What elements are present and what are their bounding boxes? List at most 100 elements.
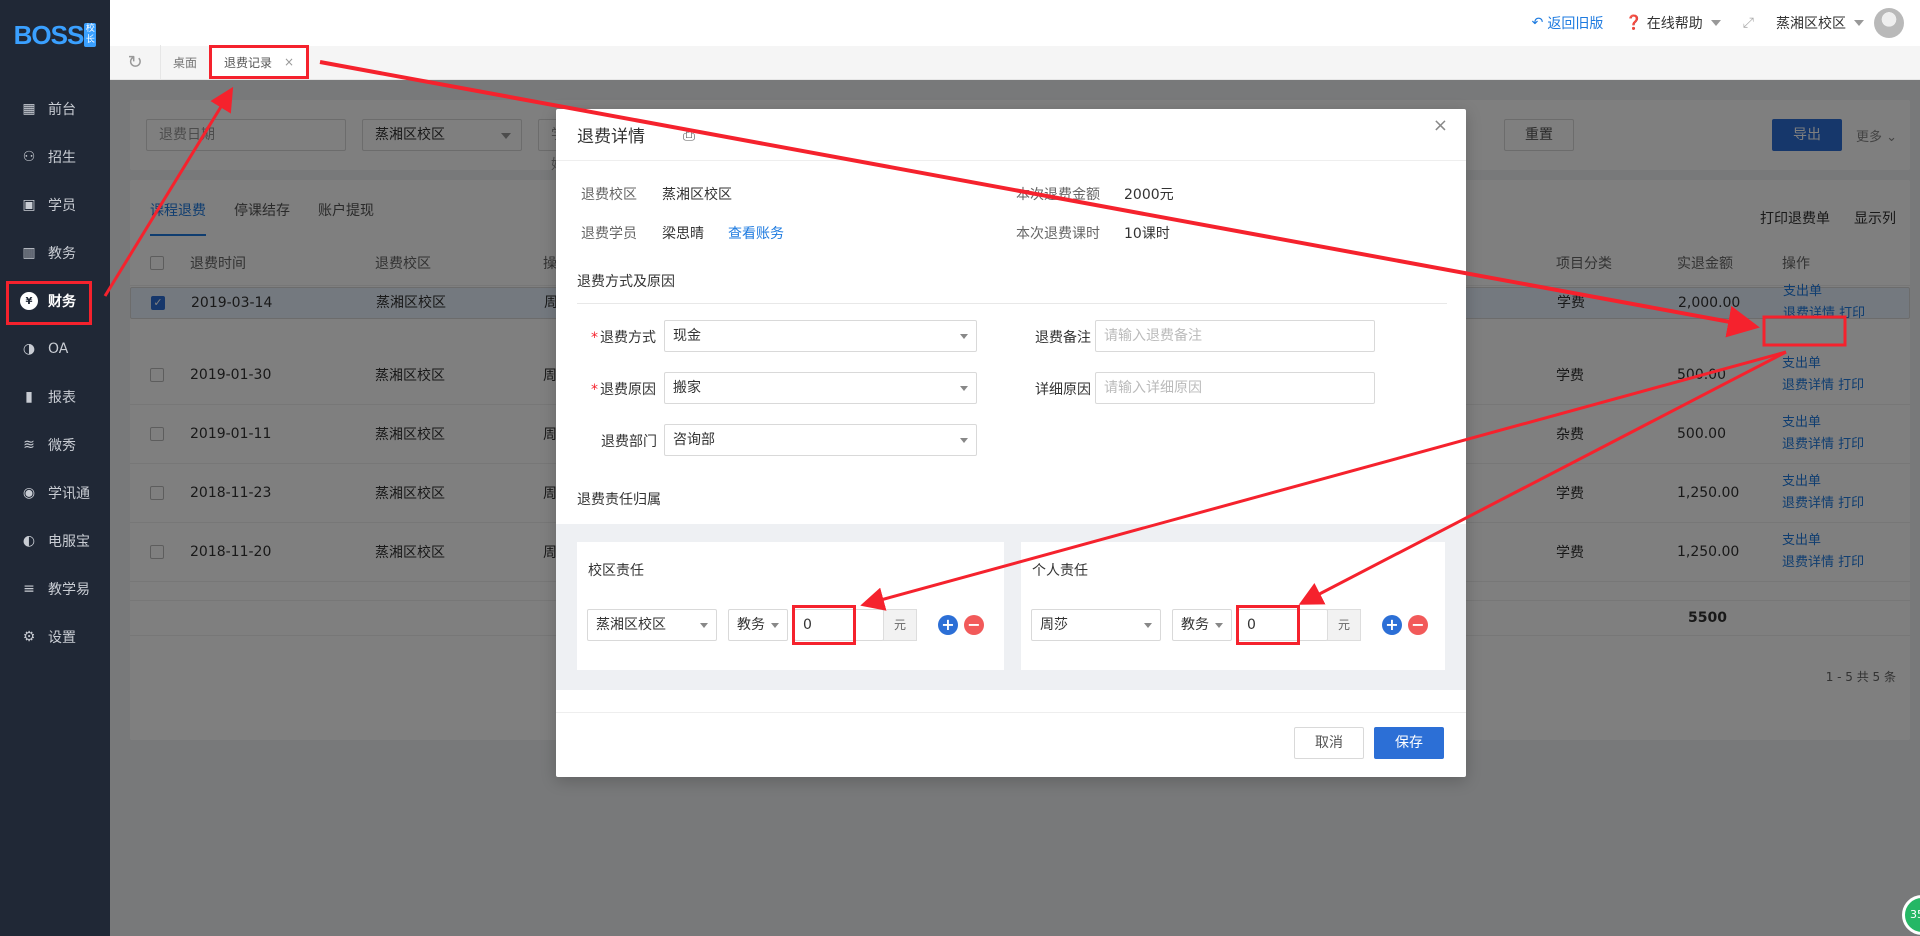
toggle-icon: ◑ — [22, 341, 36, 357]
sidebar-item-0[interactable]: ▦ 前台 — [0, 85, 110, 133]
chevron-down-icon — [700, 623, 708, 628]
sidebar-item-10[interactable]: ≡ 教学易 — [0, 565, 110, 613]
method-section-title: 退费方式及原因 — [577, 274, 675, 290]
sidebar-item-label: 招生 — [48, 150, 76, 166]
resp-person-select[interactable]: 周莎 — [1031, 609, 1161, 641]
resp-campus-value: 蒸湘区校区 — [596, 617, 666, 633]
close-icon[interactable]: × — [1433, 115, 1448, 136]
remove-circle-icon[interactable]: − — [1408, 615, 1428, 635]
wave-icon: ≋ — [23, 437, 35, 453]
amount-label: 本次退费金额 — [1016, 187, 1100, 203]
sidebar-item-label: 前台 — [48, 102, 76, 118]
campus-label: 蒸湘区校区 — [1776, 16, 1846, 32]
sidebar-item-4[interactable]: ¥ 财务 — [0, 277, 110, 325]
sidebar-item-label: 教学易 — [48, 582, 90, 598]
sidebar-item-label: 教务 — [48, 246, 76, 262]
yen-icon: ¥ — [20, 292, 38, 310]
sidebar-item-9[interactable]: ◐ 电服宝 — [0, 517, 110, 565]
online-help-menu[interactable]: ❓ 在线帮助 — [1625, 13, 1721, 33]
chevron-down-icon — [960, 334, 968, 339]
resp-campus-dept-value: 教务 — [737, 617, 765, 633]
sidebar-item-2[interactable]: ▣ 学员 — [0, 181, 110, 229]
hours-label: 本次退费课时 — [1016, 226, 1100, 242]
highlight-box — [792, 605, 856, 645]
sidebar-item-11[interactable]: ⚙ 设置 — [0, 613, 110, 661]
resp-campus-select[interactable]: 蒸湘区校区 — [587, 609, 717, 641]
sidebar-item-3[interactable]: ▥ 教务 — [0, 229, 110, 277]
sidebar-item-label: OA — [48, 341, 69, 357]
modal-title: 退费详情 — [577, 127, 645, 147]
sidebar-item-label: 报表 — [48, 390, 76, 406]
campus-value: 蒸湘区校区 — [662, 187, 732, 203]
reason-label: * 退费原因 — [591, 382, 656, 398]
sidebar-item-8[interactable]: ◉ 学讯通 — [0, 469, 110, 517]
help-icon: ❓ — [1625, 15, 1643, 31]
hours-value: 10课时 — [1124, 226, 1170, 242]
sidebar-nav: ▦ 前台 ⚇ 招生 ▣ 学员 ▥ 教务 ¥ 财务 ◑ OA ▮ 报表 ≋ 微秀 ◉ 学讯通 ◐ 电服宝 ≡ 教学易 ⚙ 设置 — [0, 85, 110, 661]
amount-value: 2000元 — [1124, 187, 1174, 203]
person-resp-title: 个人责任 — [1032, 563, 1088, 579]
fullscreen-button[interactable]: ⤢ — [1743, 15, 1754, 31]
detail-reason-input[interactable]: 请输入详细原因 — [1095, 372, 1375, 404]
refund-reason-value: 搬家 — [673, 380, 701, 396]
book-icon: ▥ — [22, 245, 36, 261]
sidebar-item-label: 学讯通 — [48, 486, 90, 502]
campus-switcher[interactable]: 蒸湘区校区 — [1776, 13, 1864, 33]
campus-label: 退费校区 — [581, 187, 637, 203]
highlight-box — [1236, 605, 1300, 645]
refund-dept-select[interactable]: 咨询部 — [664, 424, 977, 456]
dept-label: 退费部门 — [601, 434, 657, 450]
sidebar-item-label: 学员 — [48, 198, 76, 214]
avatar[interactable] — [1874, 8, 1904, 38]
campus-resp-card: 校区责任 蒸湘区校区 教务 0 元 + − — [577, 542, 1004, 670]
tab-refund-records[interactable]: 退费记录 × — [209, 45, 310, 79]
detail-reason-label: 详细原因 — [1035, 382, 1091, 398]
id-card-icon: ▣ — [22, 197, 36, 213]
view-account-link[interactable]: 查看账务 — [728, 223, 784, 243]
tab-refund-records-label: 退费记录 — [224, 55, 273, 70]
expand-icon: ⤢ — [1742, 15, 1754, 31]
sidebar-item-1[interactable]: ⚇ 招生 — [0, 133, 110, 181]
chevron-down-icon — [1854, 20, 1864, 26]
refresh-icon[interactable]: ↻ — [110, 45, 160, 79]
remove-circle-icon[interactable]: − — [964, 615, 984, 635]
refund-dept-value: 咨询部 — [673, 432, 715, 448]
sidebar: BOSS 校长 ▦ 前台 ⚇ 招生 ▣ 学员 ▥ 教务 ¥ 财务 ◑ OA ▮ 报表 ≋ 微秀 ◉ 学讯通 ◐ 电服宝… — [0, 0, 110, 936]
add-circle-icon[interactable]: + — [938, 615, 958, 635]
refund-reason-select[interactable]: 搬家 — [664, 372, 977, 404]
chevron-down-icon — [960, 386, 968, 391]
sidebar-item-5[interactable]: ◑ OA — [0, 325, 110, 373]
resp-campus-dept-select[interactable]: 教务 — [728, 609, 788, 641]
unit-label: 元 — [1327, 609, 1361, 641]
logo-text: BOSS — [13, 19, 85, 50]
sidebar-item-label: 电服宝 — [48, 534, 90, 550]
top-header: ↶ 返回旧版 ❓ 在线帮助 ⤢ 蒸湘区校区 — [110, 0, 1920, 46]
close-icon[interactable]: × — [284, 55, 294, 69]
logo: BOSS 校长 — [0, 0, 110, 70]
sidebar-item-label: 微秀 — [48, 438, 76, 454]
save-button[interactable]: 保存 — [1374, 727, 1444, 759]
divider — [577, 303, 1447, 304]
chevron-down-icon — [771, 623, 779, 628]
person-resp-card: 个人责任 周莎 教务 0 元 + − — [1021, 542, 1445, 670]
add-circle-icon[interactable]: + — [1382, 615, 1402, 635]
unit-label: 元 — [883, 609, 917, 641]
chevron-down-icon — [960, 438, 968, 443]
student-value: 梁思晴 — [662, 226, 704, 242]
back-old-version-link[interactable]: ↶ 返回旧版 — [1532, 13, 1604, 33]
resp-person-dept-select[interactable]: 教务 — [1172, 609, 1232, 641]
cancel-button[interactable]: 取消 — [1294, 727, 1364, 759]
gear-icon: ⚙ — [22, 629, 36, 645]
online-help-label: 在线帮助 — [1646, 16, 1703, 32]
chevron-down-icon — [1710, 20, 1721, 26]
sidebar-item-6[interactable]: ▮ 报表 — [0, 373, 110, 421]
print-icon[interactable]: ⎙ — [683, 126, 695, 144]
resp-person-dept-value: 教务 — [1181, 617, 1209, 633]
refund-method-select[interactable]: 现金 — [664, 320, 977, 352]
sidebar-item-7[interactable]: ≋ 微秀 — [0, 421, 110, 469]
logo-badge: 校长 — [84, 23, 97, 47]
student-label: 退费学员 — [581, 226, 637, 242]
chevron-down-icon — [1215, 623, 1223, 628]
tab-desk[interactable]: 桌面 — [160, 45, 209, 79]
refund-remark-input[interactable]: 请输入退费备注 — [1095, 320, 1375, 352]
